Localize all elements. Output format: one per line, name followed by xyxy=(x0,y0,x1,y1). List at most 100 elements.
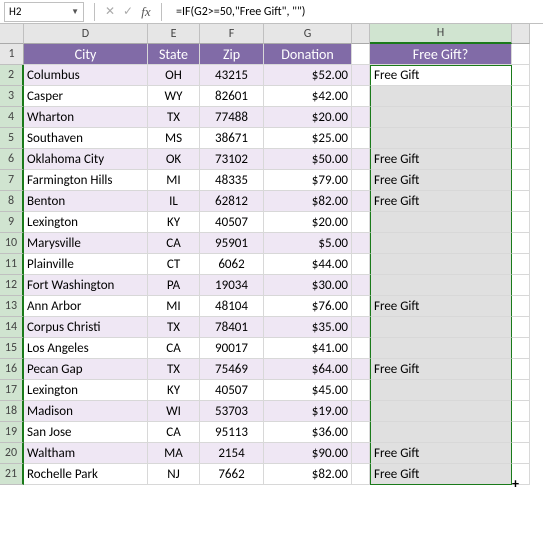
chevron-down-icon[interactable]: ▼ xyxy=(71,7,79,17)
cell-free-gift[interactable] xyxy=(370,380,512,401)
cell-city[interactable]: Plainville xyxy=(24,254,148,275)
cell-city[interactable]: Pecan Gap xyxy=(24,359,148,380)
cell-donation[interactable]: $44.00 xyxy=(264,254,352,275)
cell-zip[interactable]: 62812 xyxy=(200,191,264,212)
column-header-G[interactable]: G xyxy=(264,24,352,44)
cell-donation[interactable]: $20.00 xyxy=(264,212,352,233)
cell-state[interactable]: WY xyxy=(148,86,200,107)
cell-free-gift[interactable] xyxy=(370,338,512,359)
cell-city[interactable]: Wharton xyxy=(24,107,148,128)
cell-donation[interactable]: $52.00 xyxy=(264,65,352,86)
cell-donation[interactable]: $35.00 xyxy=(264,317,352,338)
select-all-corner[interactable] xyxy=(0,24,24,44)
row-header-20[interactable]: 20 xyxy=(0,443,24,464)
cell-state[interactable]: OK xyxy=(148,149,200,170)
header-donation[interactable]: Donation xyxy=(264,44,352,65)
cell-city[interactable]: Oklahoma City xyxy=(24,149,148,170)
cell-donation[interactable]: $50.00 xyxy=(264,149,352,170)
cell-city[interactable]: Columbus xyxy=(24,65,148,86)
row-header-19[interactable]: 19 xyxy=(0,422,24,443)
cell-zip[interactable]: 82601 xyxy=(200,86,264,107)
cell-donation[interactable]: $90.00 xyxy=(264,443,352,464)
row-header-14[interactable]: 14 xyxy=(0,317,24,338)
cell-free-gift[interactable]: Free Gift xyxy=(370,443,512,464)
row-header-3[interactable]: 3 xyxy=(0,86,24,107)
cell-donation[interactable]: $20.00 xyxy=(264,107,352,128)
row-header-6[interactable]: 6 xyxy=(0,149,24,170)
cell-zip[interactable]: 7662 xyxy=(200,464,264,485)
cell-donation[interactable]: $82.00 xyxy=(264,191,352,212)
row-header-18[interactable]: 18 xyxy=(0,401,24,422)
cell-zip[interactable]: 40507 xyxy=(200,212,264,233)
cell-city[interactable]: Benton xyxy=(24,191,148,212)
cell-free-gift[interactable] xyxy=(370,107,512,128)
cell-city[interactable]: Waltham xyxy=(24,443,148,464)
row-header-10[interactable]: 10 xyxy=(0,233,24,254)
cell-state[interactable]: CT xyxy=(148,254,200,275)
cell-donation[interactable]: $25.00 xyxy=(264,128,352,149)
cell-state[interactable]: MS xyxy=(148,128,200,149)
row-header-11[interactable]: 11 xyxy=(0,254,24,275)
cell-state[interactable]: WI xyxy=(148,401,200,422)
row-header-1[interactable]: 1 xyxy=(0,44,24,65)
header-city[interactable]: City xyxy=(24,44,148,65)
row-header-4[interactable]: 4 xyxy=(0,107,24,128)
row-header-16[interactable]: 16 xyxy=(0,359,24,380)
row-header-5[interactable]: 5 xyxy=(0,128,24,149)
cell-zip[interactable]: 77488 xyxy=(200,107,264,128)
cell-zip[interactable]: 6062 xyxy=(200,254,264,275)
row-header-7[interactable]: 7 xyxy=(0,170,24,191)
cell-zip[interactable]: 95113 xyxy=(200,422,264,443)
cell-free-gift[interactable]: Free Gift xyxy=(370,149,512,170)
cell-zip[interactable]: 75469 xyxy=(200,359,264,380)
cell-free-gift[interactable]: Free Gift xyxy=(370,296,512,317)
cell-free-gift[interactable] xyxy=(370,128,512,149)
cell-free-gift[interactable]: Free Gift xyxy=(370,191,512,212)
cell-city[interactable]: Marysville xyxy=(24,233,148,254)
column-header-E[interactable]: E xyxy=(148,24,200,44)
cell-zip[interactable]: 95901 xyxy=(200,233,264,254)
column-header-F[interactable]: F xyxy=(200,24,264,44)
cell-state[interactable]: KY xyxy=(148,212,200,233)
cell-free-gift[interactable] xyxy=(370,233,512,254)
row-header-21[interactable]: 21 xyxy=(0,464,24,485)
cell-free-gift[interactable]: Free Gift xyxy=(370,170,512,191)
cell-state[interactable]: TX xyxy=(148,107,200,128)
cell-free-gift[interactable] xyxy=(370,317,512,338)
cell-donation[interactable]: $42.00 xyxy=(264,86,352,107)
cell-free-gift[interactable]: Free Gift xyxy=(370,464,512,485)
cell-zip[interactable]: 2154 xyxy=(200,443,264,464)
cell-state[interactable]: MA xyxy=(148,443,200,464)
cell-free-gift[interactable] xyxy=(370,254,512,275)
cell-state[interactable]: TX xyxy=(148,317,200,338)
cell-state[interactable]: KY xyxy=(148,380,200,401)
cell-state[interactable]: MI xyxy=(148,296,200,317)
cell-free-gift[interactable] xyxy=(370,401,512,422)
cell-free-gift[interactable] xyxy=(370,212,512,233)
cell-zip[interactable]: 53703 xyxy=(200,401,264,422)
cell-city[interactable]: San Jose xyxy=(24,422,148,443)
cell-city[interactable]: Madison xyxy=(24,401,148,422)
cell-donation[interactable]: $30.00 xyxy=(264,275,352,296)
cell-city[interactable]: Los Angeles xyxy=(24,338,148,359)
row-header-17[interactable]: 17 xyxy=(0,380,24,401)
name-box[interactable]: H2 ▼ xyxy=(4,2,84,22)
cell-state[interactable]: NJ xyxy=(148,464,200,485)
cell-city[interactable]: Ann Arbor xyxy=(24,296,148,317)
cell-city[interactable]: Casper xyxy=(24,86,148,107)
row-header-2[interactable]: 2 xyxy=(0,65,24,86)
cell-city[interactable]: Southaven xyxy=(24,128,148,149)
row-header-12[interactable]: 12 xyxy=(0,275,24,296)
cell-donation[interactable]: $41.00 xyxy=(264,338,352,359)
row-header-13[interactable]: 13 xyxy=(0,296,24,317)
cell-city[interactable]: Farmington Hills xyxy=(24,170,148,191)
cell-donation[interactable]: $82.00 xyxy=(264,464,352,485)
formula-input[interactable]: =IF(G2>=50,"Free Gift", "") xyxy=(168,5,543,19)
cell-state[interactable]: IL xyxy=(148,191,200,212)
cell-zip[interactable]: 90017 xyxy=(200,338,264,359)
cell-free-gift[interactable]: Free Gift xyxy=(370,65,512,86)
cell-zip[interactable]: 19034 xyxy=(200,275,264,296)
column-header-H[interactable]: H xyxy=(370,24,512,44)
cell-zip[interactable]: 40507 xyxy=(200,380,264,401)
row-header-8[interactable]: 8 xyxy=(0,191,24,212)
